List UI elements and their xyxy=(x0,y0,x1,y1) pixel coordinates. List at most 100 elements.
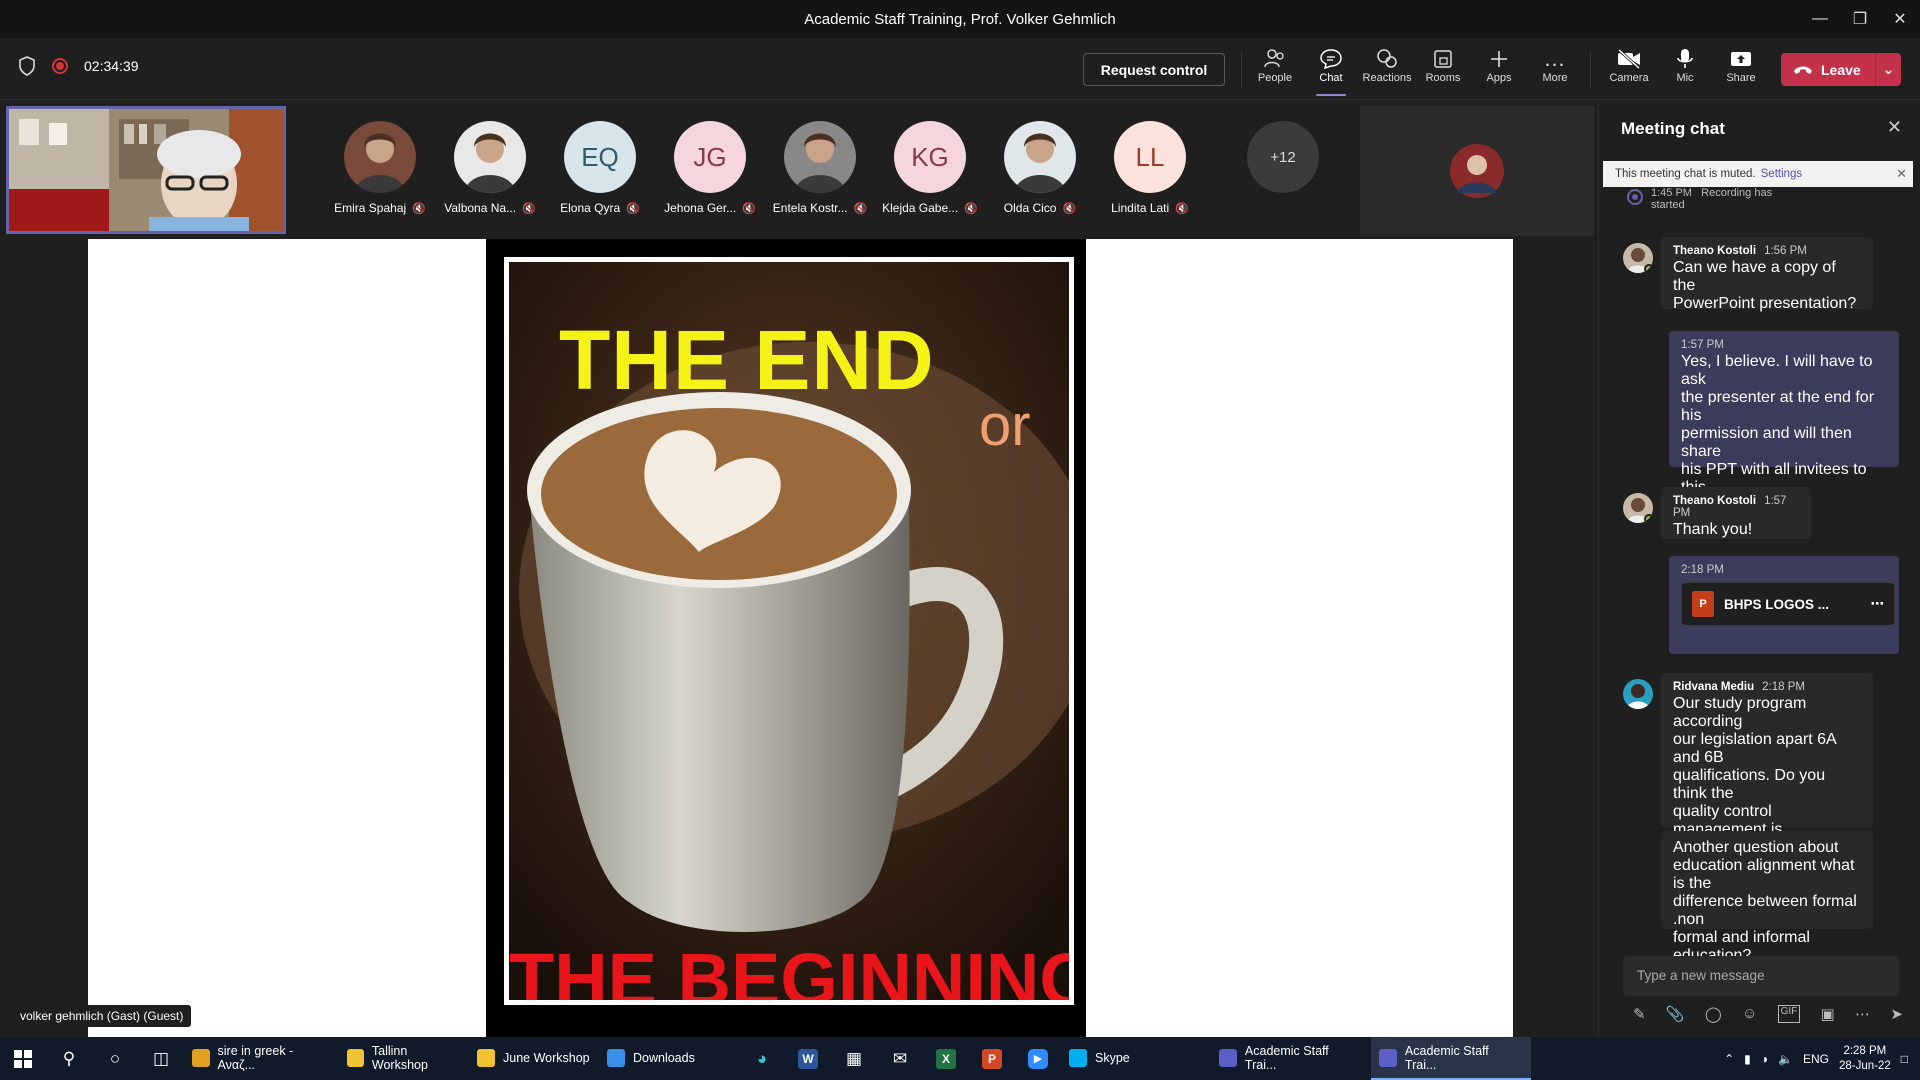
chevron-down-icon[interactable]: ⌄ xyxy=(1876,61,1901,78)
tray-overflow-icon[interactable]: ⌃ xyxy=(1724,1052,1734,1066)
word-icon[interactable]: W xyxy=(785,1037,831,1080)
more-actions-icon[interactable]: ⋯ xyxy=(1855,1005,1870,1023)
network-icon[interactable]: ◑ xyxy=(1761,1052,1768,1066)
participant-tile[interactable]: Emira Spahaj 🔇 xyxy=(330,121,430,215)
excel-icon[interactable]: X xyxy=(923,1037,969,1080)
chat-message[interactable]: Theano Kostoli 1:57 PM Thank you! xyxy=(1661,487,1811,539)
chat-message[interactable]: Ridvana Mediu 2:18 PM Our study program a… xyxy=(1661,673,1873,892)
taskbar-app[interactable]: Academic Staff Trai... xyxy=(1371,1037,1531,1080)
sticker-icon[interactable]: ▣ xyxy=(1821,1005,1835,1023)
close-window-icon[interactable]: ✕ xyxy=(1880,0,1920,38)
message-time: 2:18 PM xyxy=(1762,681,1805,693)
participant-tile[interactable]: Entela Kostr... 🔇 xyxy=(770,121,870,215)
chat-message-own[interactable]: 2:18 PM P BHPS LOGOS ... ⋯ xyxy=(1669,556,1899,654)
close-icon[interactable]: ✕ xyxy=(1887,117,1902,138)
language-indicator[interactable]: ENG xyxy=(1803,1052,1829,1066)
chat-button[interactable]: Chat xyxy=(1305,46,1357,96)
emoji-icon[interactable]: ☺ xyxy=(1742,1005,1757,1023)
minimize-icon[interactable]: — xyxy=(1800,0,1840,38)
notifications-icon[interactable]: □ xyxy=(1901,1052,1908,1066)
powerpoint-icon[interactable]: P xyxy=(969,1037,1015,1080)
chat-message-own[interactable]: 1:57 PM Yes, I believe. I will have to a… xyxy=(1669,331,1899,514)
taskbar-app-label: June Workshop xyxy=(503,1050,590,1065)
avatar[interactable] xyxy=(1623,679,1653,709)
chat-message[interactable]: Theano Kostoli 1:56 PM Can we have a copy… xyxy=(1661,237,1873,312)
volume-icon[interactable]: 🔈 xyxy=(1778,1052,1793,1066)
avatar[interactable] xyxy=(784,121,856,193)
apps-button[interactable]: Apps xyxy=(1473,46,1525,94)
dismiss-icon[interactable]: ✕ xyxy=(1896,166,1907,182)
participant-tile[interactable]: Valbona Na... 🔇 xyxy=(440,121,540,215)
leave-button[interactable]: Leave ⌄ xyxy=(1781,53,1901,86)
zoom-icon[interactable]: ▶ xyxy=(1015,1037,1061,1080)
taskbar-app[interactable]: June Workshop xyxy=(469,1037,599,1080)
store-icon[interactable]: ▦ xyxy=(831,1037,877,1080)
people-button[interactable]: People xyxy=(1249,46,1301,94)
participant-tile[interactable]: Olda Cico 🔇 xyxy=(990,121,1090,215)
taskbar-app[interactable]: Downloads xyxy=(599,1037,739,1080)
recording-status-icon xyxy=(1627,189,1643,205)
chat-message[interactable]: Another question about education alignmen… xyxy=(1661,831,1873,964)
cortana-icon[interactable]: ○ xyxy=(92,1037,138,1080)
request-control-button[interactable]: Request control xyxy=(1083,53,1225,86)
taskbar-app-label: Academic Staff Trai... xyxy=(1244,1043,1329,1072)
avatar[interactable] xyxy=(1623,243,1653,273)
more-button[interactable]: … More xyxy=(1529,46,1581,94)
taskbar-app-label: Skype xyxy=(1095,1050,1130,1065)
leave-main[interactable]: Leave xyxy=(1781,62,1875,78)
search-icon[interactable]: ⚲ xyxy=(46,1037,92,1080)
leave-label: Leave xyxy=(1821,61,1861,78)
taskbar-app[interactable]: Skype xyxy=(1061,1037,1211,1080)
windows-start-icon[interactable] xyxy=(0,1037,46,1080)
pinned-video-tile[interactable] xyxy=(1360,106,1594,236)
taskbar-app[interactable]: Academic Staff Trai... xyxy=(1211,1037,1371,1080)
taskbar-app[interactable]: Tallinn Workshop xyxy=(339,1037,469,1080)
avatar[interactable]: EQ xyxy=(564,121,636,193)
app-icon xyxy=(607,1048,625,1067)
avatar[interactable]: LL xyxy=(1114,121,1186,193)
app-icon xyxy=(192,1048,210,1067)
send-icon[interactable]: ➤ xyxy=(1890,1005,1903,1023)
edge-icon[interactable]: ◕ xyxy=(739,1037,785,1080)
system-text-1: Recording has xyxy=(1701,187,1773,199)
more-options-icon[interactable]: ⋯ xyxy=(1871,596,1885,612)
avatar[interactable] xyxy=(454,121,526,193)
avatar[interactable]: KG xyxy=(894,121,966,193)
more-participants-count[interactable]: +12 xyxy=(1247,121,1319,193)
task-view-icon[interactable]: ◫ xyxy=(138,1037,184,1080)
presence-available-icon xyxy=(1644,264,1653,273)
message-line: difference between formal .non xyxy=(1673,893,1857,928)
restore-icon[interactable]: ❐ xyxy=(1840,0,1880,38)
file-attachment[interactable]: P BHPS LOGOS ... ⋯ xyxy=(1681,582,1895,626)
clock[interactable]: 2:28 PM 28-Jun-22 xyxy=(1839,1044,1891,1074)
self-video-tile[interactable] xyxy=(6,106,286,234)
participant-name-row: Klejda Gabe... 🔇 xyxy=(882,201,978,215)
mic-button[interactable]: Mic xyxy=(1659,46,1711,94)
battery-icon[interactable]: ▮ xyxy=(1744,1052,1751,1066)
participant-tile[interactable]: KG Klejda Gabe... 🔇 xyxy=(880,121,980,215)
compose-message-input[interactable]: Type a new message xyxy=(1623,956,1899,996)
avatar[interactable] xyxy=(1623,493,1653,523)
avatar[interactable] xyxy=(1004,121,1076,193)
gif-icon[interactable]: GIF xyxy=(1777,1005,1801,1023)
shield-icon[interactable] xyxy=(18,56,36,76)
mic-muted-icon: 🔇 xyxy=(853,202,868,215)
avatar[interactable]: JG xyxy=(674,121,746,193)
more-participants[interactable]: +12 xyxy=(1233,121,1333,193)
message-author: Ridvana Mediu xyxy=(1673,681,1755,693)
reactions-button[interactable]: Reactions xyxy=(1361,46,1413,94)
participant-tile[interactable]: LL Lindita Lati 🔇 xyxy=(1100,121,1200,215)
camera-button[interactable]: Camera xyxy=(1603,46,1655,94)
taskbar-app[interactable]: sire in greek - Αναζ... xyxy=(184,1037,339,1080)
settings-link[interactable]: Settings xyxy=(1761,168,1803,180)
rooms-button[interactable]: Rooms xyxy=(1417,46,1469,94)
avatar[interactable] xyxy=(344,121,416,193)
share-button[interactable]: Share xyxy=(1715,46,1767,94)
attach-icon[interactable]: 📎 xyxy=(1666,1005,1685,1023)
participant-tile[interactable]: EQ Elona Qyra 🔇 xyxy=(550,121,650,215)
attachment-name: BHPS LOGOS ... xyxy=(1724,596,1830,612)
mail-icon[interactable]: ✉ xyxy=(877,1037,923,1080)
format-icon[interactable]: ✎ xyxy=(1633,1005,1646,1023)
loop-icon[interactable]: ◯ xyxy=(1705,1005,1722,1023)
participant-tile[interactable]: JG Jehona Ger... 🔇 xyxy=(660,121,760,215)
